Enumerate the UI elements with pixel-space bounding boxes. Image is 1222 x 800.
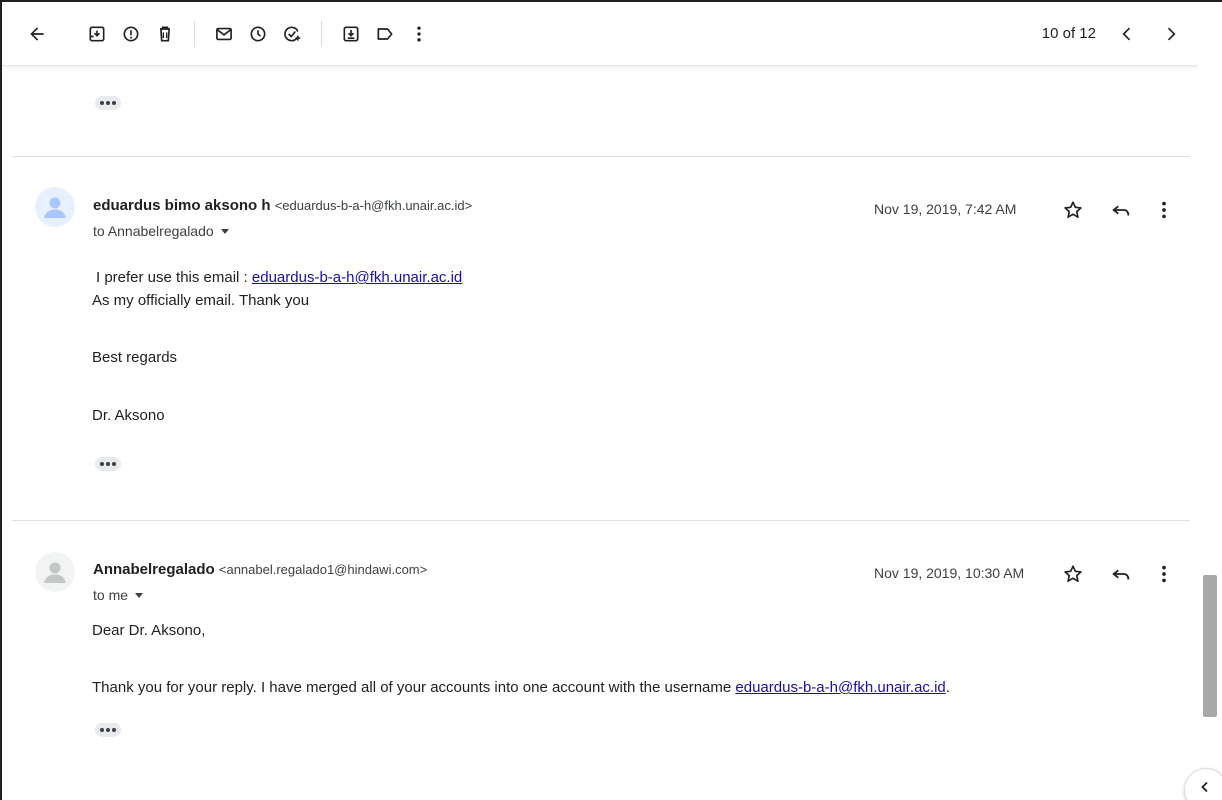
avatar[interactable] [35,552,75,592]
message-body-line: I prefer use this email : eduardus-b-a-h… [96,269,462,286]
recipient-details-toggle[interactable]: to me [93,587,144,603]
message-body-line: As my officially email. Thank you [92,292,310,309]
message-date: Nov 19, 2019, 10:30 AM [874,565,1025,581]
person-icon [44,197,66,218]
chevron-left-icon [1122,27,1131,40]
message-more-button[interactable] [1152,562,1176,586]
newer-button[interactable] [1110,17,1144,51]
dot [100,728,104,732]
older-button[interactable] [1154,17,1188,51]
chevron-left-icon [1201,781,1208,793]
message-body-line: Dr. Aksono [92,407,165,424]
label-button[interactable] [368,17,402,51]
back-arrow-icon [30,26,44,41]
reply-icon [1112,569,1130,580]
more-vert-icon [1162,565,1166,583]
message-card: eduardus bimo aksono h <eduardus-b-a-h@f… [12,157,1190,521]
add-to-tasks-button[interactable] [275,17,309,51]
star-button[interactable] [1061,198,1085,222]
more-vert-icon [417,26,421,41]
thread-content: eduardus bimo aksono h <eduardus-b-a-h@f… [2,66,1192,800]
message-body-line: Dear Dr. Aksono, [92,622,206,639]
scrollbar-thumb[interactable] [1203,575,1217,717]
email-thread-view: 10 of 12 eduardus bimo aksono h <eduardu… [0,0,1222,800]
move-to-icon [343,26,359,41]
snooze-button[interactable] [241,17,275,51]
message-body-line: Thank you for your reply. I have merged … [92,679,950,696]
report-spam-icon [123,26,139,41]
snooze-icon [250,26,266,41]
report-spam-button[interactable] [114,17,148,51]
reply-button[interactable] [1109,198,1133,222]
dot [106,462,110,466]
email-link[interactable]: eduardus-b-a-h@fkh.unair.ac.id [735,679,945,696]
show-trimmed-content-button[interactable] [95,457,121,471]
dot [106,101,110,105]
toolbar-divider [194,20,195,47]
sender-line: eduardus bimo aksono h <eduardus-b-a-h@f… [93,197,472,214]
star-icon [1064,201,1082,218]
body-text: I prefer use this email : [96,269,252,286]
back-button[interactable] [20,17,54,51]
recipient-label: to me [93,587,129,603]
show-trimmed-content-button[interactable] [95,723,121,737]
sender-name[interactable]: Annabelregalado [93,561,215,578]
body-text: Thank you for your reply. I have merged … [92,679,736,696]
person-icon [44,562,66,583]
message-body-line: Best regards [92,349,178,366]
sender-name[interactable]: eduardus bimo aksono h [93,197,271,214]
star-button[interactable] [1061,562,1085,586]
label-icon [377,27,393,40]
show-trimmed-content-button[interactable] [95,96,121,110]
dot [112,728,116,732]
message-date: Nov 19, 2019, 7:42 AM [874,201,1017,217]
archive-icon [89,26,105,41]
recipient-details-toggle[interactable]: to Annabelregalado [93,223,230,239]
delete-button[interactable] [148,17,182,51]
body-text: . [945,679,950,696]
dot [100,101,104,105]
mark-unread-icon [216,27,232,40]
add-task-icon [284,26,301,41]
dot [112,101,116,105]
dot [112,462,116,466]
more-options-button[interactable] [402,17,436,51]
dot [100,462,104,466]
reply-button[interactable] [1109,562,1133,586]
message-card: Annabelregalado <annabel.regalado1@hinda… [12,521,1190,800]
recipient-label: to Annabelregalado [93,223,214,239]
avatar[interactable] [35,187,75,227]
dot [106,728,110,732]
thread-toolbar: 10 of 12 [2,2,1198,66]
toolbar-divider [321,20,322,47]
sender-email: <eduardus-b-a-h@fkh.unair.ac.id> [274,198,473,213]
chevron-right-icon [1167,27,1176,40]
email-link[interactable]: eduardus-b-a-h@fkh.unair.ac.id [252,269,462,286]
move-to-button[interactable] [334,17,368,51]
caret-down-icon [220,229,229,234]
archive-button[interactable] [80,17,114,51]
sender-line: Annabelregalado <annabel.regalado1@hinda… [93,561,427,578]
sender-email: <annabel.regalado1@hindawi.com> [218,562,428,577]
mark-unread-button[interactable] [207,17,241,51]
reply-icon [1112,205,1130,216]
more-vert-icon [1162,201,1166,219]
caret-down-icon [135,593,144,598]
delete-icon [160,26,170,41]
previous-message-tail [12,66,1190,157]
pager-count: 10 of 12 [1041,25,1096,42]
star-icon [1064,565,1082,582]
message-more-button[interactable] [1152,198,1176,222]
